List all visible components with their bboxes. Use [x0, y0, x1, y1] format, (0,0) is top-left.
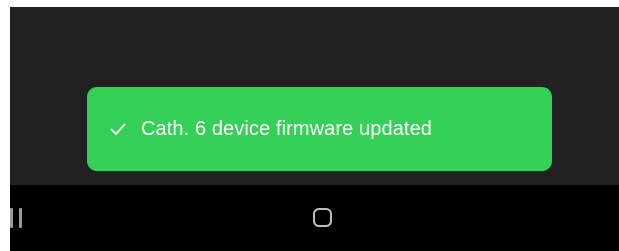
toast-notification: Cath. 6 device firmware updated	[87, 87, 552, 171]
system-navigation-bar	[10, 185, 619, 251]
recents-icon[interactable]	[10, 207, 36, 229]
screen-edge	[0, 7, 10, 251]
screen: Cath. 6 device firmware updated	[0, 0, 619, 251]
home-icon[interactable]	[313, 208, 332, 227]
check-icon	[109, 120, 127, 138]
toast-message: Cath. 6 device firmware updated	[141, 117, 433, 140]
